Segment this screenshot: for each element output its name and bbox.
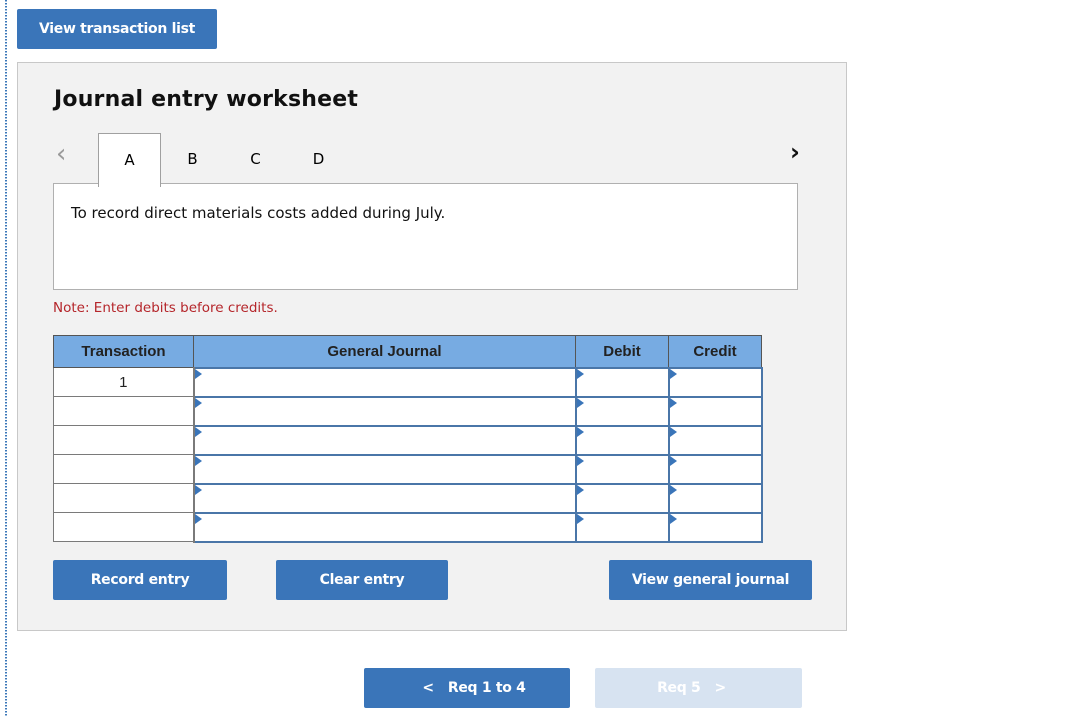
debit-input[interactable] bbox=[576, 426, 668, 454]
account-dropdown[interactable] bbox=[194, 368, 575, 396]
credit-input[interactable] bbox=[669, 513, 761, 541]
dropdown-indicator-icon bbox=[669, 513, 677, 524]
tab-c[interactable]: C bbox=[224, 133, 287, 186]
dropdown-indicator-icon bbox=[576, 513, 584, 524]
dropdown-indicator-icon bbox=[669, 484, 677, 495]
dropdown-indicator-icon bbox=[576, 368, 584, 379]
account-dropdown-cell bbox=[192, 511, 577, 543]
dropdown-indicator-icon bbox=[194, 484, 202, 495]
debit-input[interactable] bbox=[576, 455, 668, 483]
journal-table: Transaction General Journal Debit Credit… bbox=[53, 335, 763, 543]
req-prev-button[interactable]: < Req 1 to 4 bbox=[364, 668, 570, 708]
journal-row bbox=[53, 424, 763, 456]
dropdown-indicator-icon bbox=[669, 397, 677, 408]
chevron-right-icon[interactable]: › bbox=[790, 139, 800, 165]
dropdown-indicator-icon bbox=[576, 426, 584, 437]
worksheet-title: Journal entry worksheet bbox=[54, 87, 359, 112]
record-entry-button[interactable]: Record entry bbox=[53, 560, 227, 600]
credit-input[interactable] bbox=[669, 455, 761, 483]
transaction-number bbox=[53, 425, 195, 455]
journal-row bbox=[53, 482, 763, 514]
worksheet-tabs: A B C D bbox=[98, 133, 350, 187]
tab-a[interactable]: A bbox=[98, 133, 161, 187]
req-next-button[interactable]: Req 5 > bbox=[595, 668, 802, 708]
chevron-right-icon: > bbox=[714, 680, 726, 696]
header-general-journal: General Journal bbox=[193, 335, 576, 368]
clear-entry-button[interactable]: Clear entry bbox=[276, 560, 448, 600]
dropdown-indicator-icon bbox=[194, 455, 202, 466]
credit-input-cell bbox=[667, 395, 763, 427]
journal-row: 1 bbox=[53, 366, 763, 398]
debit-input-cell bbox=[574, 453, 670, 485]
account-dropdown-cell bbox=[192, 424, 577, 456]
account-dropdown[interactable] bbox=[194, 397, 575, 425]
chevron-left-icon: < bbox=[422, 680, 434, 696]
tab-b[interactable]: B bbox=[161, 133, 224, 186]
credit-input-cell bbox=[667, 511, 763, 543]
entry-description: To record direct materials costs added d… bbox=[71, 204, 446, 222]
account-dropdown-cell bbox=[192, 395, 577, 427]
account-dropdown[interactable] bbox=[194, 426, 575, 454]
debit-input-cell bbox=[574, 366, 670, 398]
dropdown-indicator-icon bbox=[194, 426, 202, 437]
credit-input-cell bbox=[667, 482, 763, 514]
credit-input-cell bbox=[667, 453, 763, 485]
debit-input-cell bbox=[574, 511, 670, 543]
transaction-number: 1 bbox=[53, 367, 195, 397]
account-dropdown[interactable] bbox=[194, 484, 575, 512]
journal-row bbox=[53, 453, 763, 485]
view-transaction-list-button[interactable]: View transaction list bbox=[17, 9, 217, 49]
req-prev-label: Req 1 to 4 bbox=[447, 680, 526, 696]
journal-row bbox=[53, 511, 763, 543]
transaction-number bbox=[53, 512, 195, 542]
dropdown-indicator-icon bbox=[576, 455, 584, 466]
tab-d[interactable]: D bbox=[287, 133, 350, 186]
journal-row bbox=[53, 395, 763, 427]
dropdown-indicator-icon bbox=[194, 397, 202, 408]
dropdown-indicator-icon bbox=[669, 455, 677, 466]
debit-input-cell bbox=[574, 482, 670, 514]
account-dropdown[interactable] bbox=[194, 455, 575, 483]
credit-input-cell bbox=[667, 424, 763, 456]
account-dropdown-cell bbox=[192, 453, 577, 485]
debit-input-cell bbox=[574, 424, 670, 456]
left-dotted-border bbox=[5, 0, 7, 717]
account-dropdown[interactable] bbox=[194, 513, 575, 541]
journal-entry-worksheet-panel: Journal entry worksheet ‹ A B C D › To r… bbox=[17, 62, 847, 631]
entry-description-box: To record direct materials costs added d… bbox=[53, 183, 798, 290]
debit-input[interactable] bbox=[576, 368, 668, 396]
req-next-label: Req 5 bbox=[657, 680, 701, 696]
credit-input-cell bbox=[667, 366, 763, 398]
dropdown-indicator-icon bbox=[669, 368, 677, 379]
debit-input[interactable] bbox=[576, 513, 668, 541]
header-transaction: Transaction bbox=[53, 335, 194, 368]
credit-input[interactable] bbox=[669, 368, 761, 396]
debit-input[interactable] bbox=[576, 397, 668, 425]
debits-credits-note: Note: Enter debits before credits. bbox=[53, 300, 278, 316]
dropdown-indicator-icon bbox=[669, 426, 677, 437]
credit-input[interactable] bbox=[669, 484, 761, 512]
dropdown-indicator-icon bbox=[576, 484, 584, 495]
debit-input-cell bbox=[574, 395, 670, 427]
dropdown-indicator-icon bbox=[194, 368, 202, 379]
account-dropdown-cell bbox=[192, 366, 577, 398]
header-credit: Credit bbox=[668, 335, 762, 368]
debit-input[interactable] bbox=[576, 484, 668, 512]
chevron-left-icon[interactable]: ‹ bbox=[56, 141, 66, 167]
dropdown-indicator-icon bbox=[194, 513, 202, 524]
credit-input[interactable] bbox=[669, 426, 761, 454]
credit-input[interactable] bbox=[669, 397, 761, 425]
header-debit: Debit bbox=[575, 335, 669, 368]
transaction-number bbox=[53, 483, 195, 513]
dropdown-indicator-icon bbox=[576, 397, 584, 408]
account-dropdown-cell bbox=[192, 482, 577, 514]
journal-header-row: Transaction General Journal Debit Credit bbox=[53, 335, 762, 368]
transaction-number bbox=[53, 396, 195, 426]
view-general-journal-button[interactable]: View general journal bbox=[609, 560, 812, 600]
transaction-number bbox=[53, 454, 195, 484]
